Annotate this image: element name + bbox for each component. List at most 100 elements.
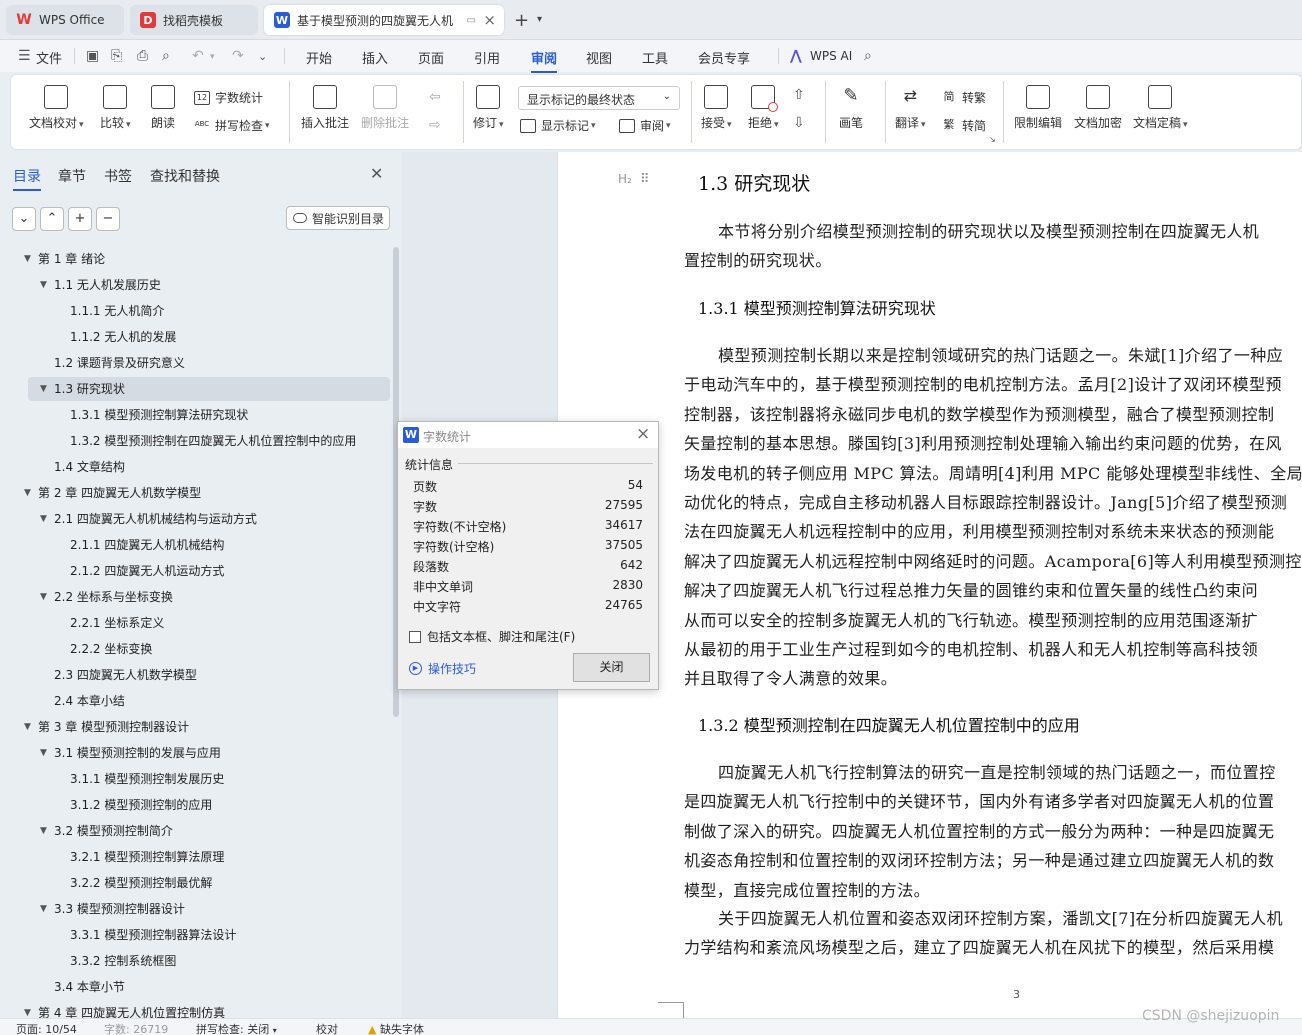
tab-find-replace[interactable]: 查找和替换	[150, 166, 220, 186]
doc-check-button[interactable]: 文档校对 ▾	[29, 85, 84, 131]
toc-item[interactable]: 3.3.1 模型预测控制器算法设计	[0, 923, 390, 947]
close-tab-icon[interactable]: ×	[483, 11, 496, 29]
expand-toggle-icon[interactable]: ▼	[40, 507, 47, 531]
next-change-icon[interactable]: ⇩	[793, 115, 805, 131]
collapse-all-button[interactable]: ⌃	[40, 207, 64, 231]
toc-item[interactable]: 3.1.2 模型预测控制的应用	[0, 793, 390, 817]
toc-item[interactable]: 3.2.1 模型预测控制算法原理	[0, 845, 390, 869]
expand-toggle-icon[interactable]: ▼	[40, 741, 47, 765]
menu-review[interactable]: 审阅	[531, 48, 558, 73]
menu-home[interactable]: 开始	[306, 48, 332, 67]
close-panel-icon[interactable]: ✕	[370, 164, 383, 183]
menu-wps-ai[interactable]: WPS AI	[810, 49, 852, 63]
toc-item[interactable]: 3.4 本章小节	[0, 975, 390, 999]
expand-toggle-icon[interactable]: ▼	[40, 585, 47, 609]
review-pane-button[interactable]: 审阅 ▾	[619, 117, 671, 134]
word-count-indicator[interactable]: 字数: 26719	[104, 1021, 168, 1035]
close-button[interactable]: 关闭	[573, 653, 650, 682]
menu-tools[interactable]: 工具	[642, 48, 668, 67]
add-heading-button[interactable]: +	[68, 207, 92, 231]
toc-item[interactable]: ▼ 3.3 模型预测控制器设计	[0, 897, 390, 921]
menu-references[interactable]: 引用	[474, 48, 500, 67]
delete-comment-button[interactable]: 删除批注	[361, 85, 409, 131]
toc-item[interactable]: ▼ 1.3 研究现状	[0, 377, 390, 401]
ink-pen-button[interactable]: ✎ 画笔	[839, 85, 863, 131]
toc-item[interactable]: 1.1.1 无人机简介	[0, 299, 390, 323]
remove-heading-button[interactable]: −	[96, 207, 120, 231]
smart-toc-button[interactable]: 智能识别目录	[286, 206, 390, 230]
export-icon[interactable]: ⎘	[111, 48, 122, 64]
hamburger-icon[interactable]: ☰	[18, 48, 31, 64]
toc-item[interactable]: 2.1.2 四旋翼无人机运动方式	[0, 559, 390, 583]
redo-icon[interactable]: ↷	[232, 48, 244, 64]
read-aloud-button[interactable]: 朗读	[151, 85, 175, 131]
page-indicator[interactable]: 页面: 10/54	[16, 1021, 77, 1035]
expand-toggle-icon[interactable]: ▼	[24, 247, 31, 271]
expand-toggle-icon[interactable]: ▼	[40, 377, 47, 401]
undo-icon[interactable]: ↶	[192, 48, 204, 64]
toc-item[interactable]: 2.1.1 四旋翼无人机机械结构	[0, 533, 390, 557]
new-tab-icon[interactable]: +	[514, 10, 529, 31]
previous-change-icon[interactable]: ⇧	[793, 87, 805, 103]
toc-item[interactable]: ▼ 2.1 四旋翼无人机机械结构与运动方式	[0, 507, 390, 531]
to-traditional-button[interactable]: 简 转繁	[941, 89, 987, 106]
previous-comment-icon[interactable]: ⇦	[429, 89, 441, 105]
include-textbox-footnotes-checkbox[interactable]: 包括文本框、脚注和尾注(F)	[409, 628, 575, 645]
more-icon[interactable]: ⌄	[258, 50, 267, 63]
toc-item[interactable]: 1.1.2 无人机的发展	[0, 325, 390, 349]
expand-toggle-icon[interactable]: ▼	[24, 715, 31, 739]
toc-item[interactable]: 3.3.2 控制系统框图	[0, 949, 390, 973]
print-preview-icon[interactable]: ⌕	[162, 48, 170, 64]
window-icon[interactable]: ▭	[467, 15, 476, 26]
restrict-edit-button[interactable]: 限制编辑	[1014, 85, 1062, 131]
menu-view[interactable]: 视图	[586, 48, 612, 67]
toc-item[interactable]: ▼ 2.2 坐标系与坐标变换	[0, 585, 390, 609]
tab-bookmarks[interactable]: 书签	[104, 166, 132, 186]
tips-link[interactable]: ▶ 操作技巧	[409, 660, 476, 677]
expand-toggle-icon[interactable]: ▼	[40, 897, 47, 921]
print-icon[interactable]: ⎙	[137, 48, 148, 64]
save-icon[interactable]: ▣	[86, 48, 99, 64]
toc-item[interactable]: ▼ 第 1 章 绪论	[0, 247, 390, 271]
menu-insert[interactable]: 插入	[362, 48, 388, 67]
dialog-titlebar[interactable]: W 字数统计 ×	[398, 422, 658, 448]
toc-item[interactable]: ▼ 1.1 无人机发展历史	[0, 273, 390, 297]
heading-level-marker[interactable]: H₂	[618, 172, 632, 186]
close-icon[interactable]: ×	[636, 424, 650, 444]
compare-button[interactable]: 比较 ▾	[100, 85, 131, 131]
next-comment-icon[interactable]: ⇨	[429, 117, 441, 133]
chevron-down-icon[interactable]: ▾	[210, 52, 215, 62]
expand-group-icon[interactable]: ↘	[989, 135, 996, 144]
checkbox-box[interactable]	[409, 630, 421, 643]
reject-button[interactable]: 拒绝 ▾	[748, 85, 779, 131]
chevron-down-icon[interactable]: ▾	[537, 14, 542, 25]
toc-item[interactable]: 1.3.2 模型预测控制在四旋翼无人机位置控制中的应用	[0, 429, 390, 453]
toc-item[interactable]: 2.4 本章小结	[0, 689, 390, 713]
tab-docer-templates[interactable]: D 找稻壳模板	[130, 5, 258, 35]
menu-page[interactable]: 页面	[418, 48, 444, 67]
expand-toggle-icon[interactable]: ▼	[40, 273, 47, 297]
tab-wps-office[interactable]: W WPS Office	[6, 5, 124, 35]
translate-button[interactable]: ⇄ 翻译 ▾	[895, 85, 926, 131]
expand-toggle-icon[interactable]: ▼	[24, 481, 31, 505]
expand-all-button[interactable]: ⌄	[12, 207, 36, 231]
search-icon[interactable]: ⌕	[864, 48, 872, 64]
finalize-doc-button[interactable]: 文档定稿 ▾	[1133, 85, 1188, 131]
toc-item[interactable]: 3.2.2 模型预测控制最优解	[0, 871, 390, 895]
menu-member[interactable]: 会员专享	[698, 48, 750, 67]
toc-item[interactable]: ▼ 3.2 模型预测控制简介	[0, 819, 390, 843]
drag-handle-icon[interactable]: ⠿	[640, 172, 649, 187]
toc-item[interactable]: 1.2 课题背景及研究意义	[0, 351, 390, 375]
word-count-button[interactable]: 12 字数统计	[194, 89, 263, 106]
toc-item[interactable]: 2.2.2 坐标变换	[0, 637, 390, 661]
proofread-status[interactable]: 校对	[316, 1021, 338, 1035]
to-simplified-button[interactable]: 繁 转简	[941, 117, 987, 134]
toc-item[interactable]: 3.1.1 模型预测控制发展历史	[0, 767, 390, 791]
tab-chapters[interactable]: 章节	[58, 166, 86, 186]
toc-item[interactable]: ▼ 第 3 章 模型预测控制器设计	[0, 715, 390, 739]
toc-item[interactable]: 1.4 文章结构	[0, 455, 390, 479]
document-page[interactable]: H₂ ⠿ 1.3 研究现状 本节将分别介绍模型预测控制的研究现状以及模型预测控制…	[558, 152, 1302, 1018]
missing-font-status[interactable]: ▲ 缺失字体	[368, 1021, 424, 1035]
toc-item[interactable]: ▼ 3.1 模型预测控制的发展与应用	[0, 741, 390, 765]
tab-document[interactable]: W 基于模型预测的四旋翼无人机 ▭ ×	[264, 5, 504, 35]
